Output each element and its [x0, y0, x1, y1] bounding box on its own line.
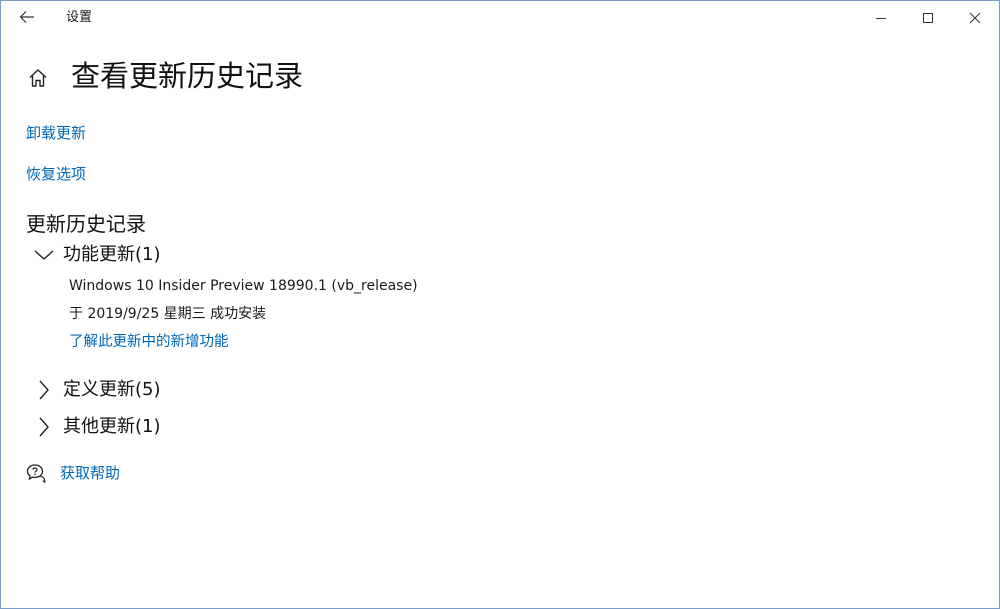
maximize-button[interactable]: [905, 1, 951, 35]
chevron-down-icon: [31, 241, 57, 269]
update-history-heading: 更新历史记录: [26, 212, 146, 236]
learn-whats-new-link[interactable]: 了解此更新中的新增功能: [69, 332, 229, 352]
other-updates-toggle[interactable]: 其他更新(1): [31, 413, 161, 441]
minimize-icon: [875, 9, 887, 28]
chevron-right-icon: [31, 413, 57, 441]
app-title: 设置: [66, 10, 93, 25]
arrow-left-icon: [19, 9, 35, 28]
update-name: Windows 10 Insider Preview 18990.1 (vb_r…: [69, 278, 418, 294]
feature-updates-toggle[interactable]: 功能更新(1): [31, 241, 161, 269]
title-bar: 设置: [1, 1, 999, 35]
settings-window: 设置 查看更新历史记录 卸载更新 恢复选项 更新历史记录 功能更新(1) Win…: [0, 0, 1000, 609]
get-help-link[interactable]: 获取帮助: [25, 461, 120, 485]
other-updates-label: 其他更新(1): [63, 416, 161, 437]
back-button[interactable]: [7, 1, 47, 35]
close-button[interactable]: [952, 1, 998, 35]
uninstall-updates-link[interactable]: 卸载更新: [26, 123, 86, 143]
definition-updates-toggle[interactable]: 定义更新(5): [31, 376, 161, 404]
page-title: 查看更新历史记录: [71, 59, 304, 93]
definition-updates-label: 定义更新(5): [63, 379, 161, 400]
get-help-label: 获取帮助: [60, 464, 121, 482]
recovery-options-link[interactable]: 恢复选项: [26, 164, 86, 184]
home-icon[interactable]: [25, 65, 51, 91]
maximize-icon: [922, 9, 934, 28]
help-chat-icon: [25, 462, 47, 484]
feature-updates-label: 功能更新(1): [63, 244, 161, 265]
minimize-button[interactable]: [858, 1, 904, 35]
install-status: 于 2019/9/25 星期三 成功安装: [69, 306, 267, 322]
close-icon: [969, 9, 981, 28]
chevron-right-icon: [31, 376, 57, 404]
